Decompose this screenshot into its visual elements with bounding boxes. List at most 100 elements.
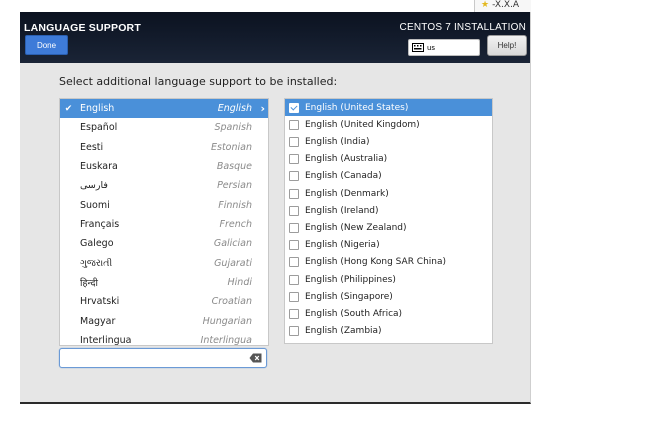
locale-checkbox[interactable]: [289, 326, 299, 337]
locale-checkbox[interactable]: [289, 309, 299, 320]
language-search-box[interactable]: [59, 348, 267, 368]
locale-checkbox[interactable]: [289, 137, 299, 147]
language-search-input[interactable]: [63, 350, 247, 366]
language-native-name: Interlingua: [80, 335, 132, 346]
language-native-name: English: [80, 103, 115, 115]
locale-checkbox[interactable]: [289, 119, 299, 130]
done-button[interactable]: Done: [25, 35, 68, 55]
corner-text: -X.X.A: [492, 0, 520, 10]
language-native-name: فارسی: [80, 180, 108, 192]
locale-checkbox[interactable]: [289, 102, 299, 113]
language-english-name: Finnish: [218, 199, 252, 211]
keyboard-icon: [412, 43, 424, 52]
locale-label: English (United Kingdom): [305, 119, 420, 130]
language-native-name: Euskara: [80, 161, 118, 173]
locale-checkbox[interactable]: [289, 223, 299, 234]
language-row[interactable]: Suomi Finnish: [60, 196, 268, 215]
language-english-name: Hindi: [227, 277, 252, 289]
language-row[interactable]: Galego Galician: [60, 234, 268, 253]
star-icon: ★: [481, 0, 490, 10]
product-title: CENTOS 7 INSTALLATION: [399, 22, 526, 33]
locale-label: English (Ireland): [305, 205, 379, 216]
keyboard-layout-label: us: [427, 43, 436, 52]
clear-text-icon[interactable]: [249, 353, 262, 363]
locale-checkbox[interactable]: [289, 240, 299, 251]
locale-checkbox[interactable]: [289, 291, 299, 302]
language-native-name: Suomi: [80, 199, 110, 211]
language-row[interactable]: Hrvatski Croatian: [60, 292, 268, 311]
language-english-name: Gujarati: [214, 257, 252, 269]
spoke-header: LANGUAGE SUPPORT Done CENTOS 7 INSTALLAT…: [20, 12, 530, 63]
locale-label: English (Canada): [305, 171, 382, 182]
language-english-name: Hungarian: [202, 315, 252, 327]
language-native-name: Magyar: [80, 315, 116, 327]
locale-checkbox[interactable]: [289, 154, 299, 165]
language-english-name: Estonian: [211, 141, 252, 153]
language-english-name: Spanish: [214, 122, 252, 134]
locale-label: English (India): [305, 137, 370, 147]
locale-label: English (Singapore): [305, 291, 393, 302]
locale-row[interactable]: English (India): [285, 133, 492, 150]
language-row[interactable]: Euskara Basque: [60, 157, 268, 176]
locale-row[interactable]: English (Singapore): [285, 288, 492, 305]
locale-checkbox[interactable]: [289, 188, 299, 199]
locale-row[interactable]: English (New Zealand): [285, 219, 492, 236]
locale-row[interactable]: English (Hong Kong SAR China): [285, 254, 492, 271]
language-english-name: French: [219, 219, 252, 231]
locale-row[interactable]: English (South Africa): [285, 305, 492, 322]
locale-row[interactable]: English (Nigeria): [285, 237, 492, 254]
language-row[interactable]: Magyar Hungarian: [60, 312, 268, 331]
locale-row[interactable]: English (United States): [285, 99, 492, 117]
locale-label: English (Zambia): [305, 326, 382, 337]
language-native-name: Eesti: [80, 141, 104, 153]
locale-label: English (Hong Kong SAR China): [305, 257, 447, 268]
locale-checkbox[interactable]: [289, 205, 299, 216]
locale-row[interactable]: English (Canada): [285, 168, 492, 185]
locale-label: English (Philippines): [305, 274, 396, 285]
language-english-name: Croatian: [211, 296, 252, 308]
language-row[interactable]: ગુજરાતી Gujarati: [60, 254, 268, 273]
language-english-name: Persian: [217, 180, 252, 192]
keyboard-layout-indicator[interactable]: us: [408, 39, 480, 56]
locale-label: English (United States): [305, 102, 409, 113]
chevron-right-icon: ›: [260, 102, 265, 116]
language-native-name: Hrvatski: [80, 296, 120, 308]
language-row[interactable]: हिन्दी Hindi: [60, 273, 268, 292]
instruction-text: Select additional language support to be…: [59, 75, 338, 88]
locale-row[interactable]: English (Denmark): [285, 185, 492, 202]
language-row[interactable]: ✔ English English ›: [60, 99, 268, 119]
language-row[interactable]: Français French: [60, 215, 268, 234]
locale-row[interactable]: English (Australia): [285, 151, 492, 168]
locale-label: English (South Africa): [305, 309, 403, 320]
checkmark-icon: ✔: [64, 103, 73, 114]
language-english-name: Interlingua: [200, 335, 252, 346]
language-list[interactable]: ✔ English English › Español Spanish Eesti Eston…: [59, 98, 269, 346]
language-row[interactable]: Interlingua Interlingua: [60, 331, 268, 346]
locale-list[interactable]: English (United States) English (United K…: [284, 98, 493, 344]
language-row[interactable]: فارسی Persian: [60, 176, 268, 195]
page-title: LANGUAGE SUPPORT: [24, 22, 141, 34]
language-english-name: English: [217, 103, 252, 115]
locale-row[interactable]: English (Ireland): [285, 202, 492, 219]
help-button[interactable]: Help!: [487, 35, 527, 56]
language-native-name: Galego: [80, 238, 114, 250]
language-native-name: Français: [80, 219, 120, 231]
language-english-name: Basque: [216, 161, 252, 173]
language-row[interactable]: Español Spanish: [60, 118, 268, 137]
language-native-name: ગુજરાતી: [80, 257, 113, 269]
locale-label: English (New Zealand): [305, 223, 407, 234]
language-native-name: हिन्दी: [80, 278, 98, 290]
language-row[interactable]: Eesti Estonian: [60, 138, 268, 157]
locale-row[interactable]: English (Zambia): [285, 323, 492, 340]
locale-checkbox[interactable]: [289, 274, 299, 285]
locale-row[interactable]: English (Philippines): [285, 271, 492, 288]
locale-checkbox[interactable]: [289, 257, 299, 268]
installer-window: LANGUAGE SUPPORT Done CENTOS 7 INSTALLAT…: [20, 12, 531, 404]
locale-row[interactable]: English (United Kingdom): [285, 116, 492, 133]
locale-label: English (Nigeria): [305, 240, 380, 251]
locale-label: English (Denmark): [305, 188, 389, 199]
language-english-name: Galician: [213, 238, 252, 250]
locale-checkbox[interactable]: [289, 171, 299, 182]
language-native-name: Español: [80, 122, 118, 134]
locale-label: English (Australia): [305, 154, 388, 165]
